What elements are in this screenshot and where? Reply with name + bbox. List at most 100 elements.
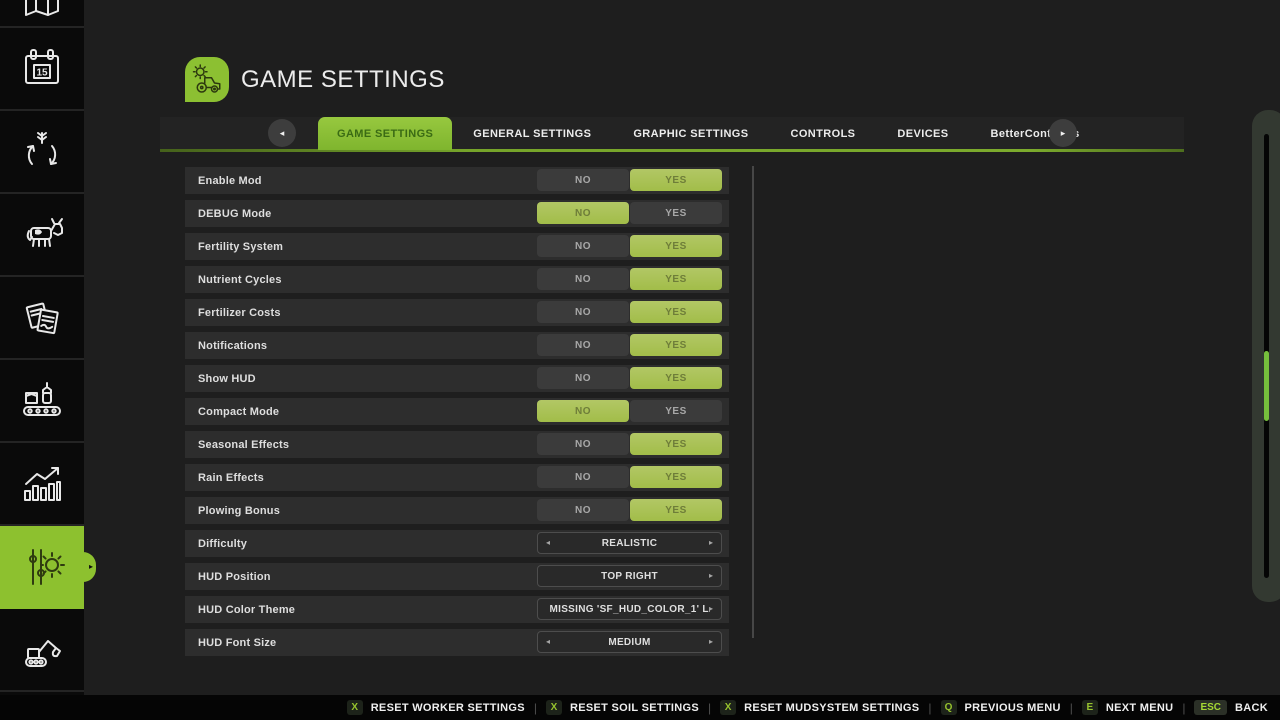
settings-row: Rain Effects NOYES — [185, 464, 729, 491]
toggle-no-button[interactable]: NO — [537, 202, 629, 224]
sidebar-item-animals[interactable] — [0, 194, 84, 277]
shortcut-next-menu[interactable]: E NEXT MENU — [1082, 700, 1173, 715]
sidebar-item-production[interactable] — [0, 360, 84, 443]
toggle-no-button[interactable]: NO — [537, 433, 629, 455]
tab-general-settings[interactable]: GENERAL SETTINGS — [452, 117, 612, 150]
setting-control: NOYES — [537, 367, 722, 389]
sidebar-item-map[interactable] — [0, 0, 84, 28]
sidebar-item-settings[interactable]: ▸ — [0, 526, 84, 609]
separator: | — [534, 701, 537, 715]
toggle-no-button[interactable]: NO — [537, 334, 629, 356]
select-value: TOP RIGHT — [601, 571, 658, 582]
toggle-yes-button[interactable]: YES — [630, 202, 722, 224]
shortcut-reset-mudsystem[interactable]: X RESET MUDSYSTEM SETTINGS — [720, 700, 919, 715]
shortcut-previous-menu[interactable]: Q PREVIOUS MENU — [941, 700, 1061, 715]
tab-devices[interactable]: DEVICES — [876, 117, 969, 150]
toggle-no-button[interactable]: NO — [537, 169, 629, 191]
map-icon — [18, 0, 66, 28]
toggle-no-button[interactable]: NO — [537, 466, 629, 488]
select-next-icon[interactable]: ▸ — [709, 605, 713, 613]
toggle-yes-button[interactable]: YES — [630, 334, 722, 356]
key-x-badge: X — [720, 700, 736, 715]
settings-row: Show HUD NOYES — [185, 365, 729, 392]
sidebar-item-construction[interactable] — [0, 609, 84, 692]
setting-label: Show HUD — [185, 373, 256, 385]
toggle-yes-button[interactable]: YES — [630, 235, 722, 257]
tab-controls[interactable]: CONTROLS — [770, 117, 877, 150]
scrollbar-thumb[interactable] — [1264, 351, 1269, 421]
settings-row: Enable ModNOYES — [185, 167, 729, 194]
select-next-icon[interactable]: ▸ — [709, 572, 713, 580]
toggle-yes-button[interactable]: YES — [630, 367, 722, 389]
toggle-yes-button[interactable]: YES — [630, 499, 722, 521]
tab-game-settings[interactable]: GAME SETTINGS — [318, 117, 452, 150]
key-q-badge: Q — [941, 700, 957, 715]
toggle-switch: NOYES — [537, 367, 722, 389]
page-scrollbar[interactable] — [1252, 110, 1280, 602]
toggle-yes-button[interactable]: YES — [630, 301, 722, 323]
footer-shortcut-bar: X RESET WORKER SETTINGS | X RESET SOIL S… — [0, 695, 1280, 720]
shortcut-reset-soil[interactable]: X RESET SOIL SETTINGS — [546, 700, 699, 715]
sidebar-item-calendar[interactable]: 15 — [0, 28, 84, 111]
setting-label: Rain Effects — [185, 472, 264, 484]
settings-list-scrollbar[interactable] — [752, 166, 754, 638]
calendar-icon: 15 — [18, 45, 66, 93]
scrollbar-track[interactable] — [1264, 134, 1269, 578]
setting-control: NOYES — [537, 202, 722, 224]
key-e-badge: E — [1082, 700, 1098, 715]
select-value: MEDIUM — [608, 637, 650, 648]
shortcut-label: RESET MUDSYSTEM SETTINGS — [744, 702, 919, 714]
select-control[interactable]: ◂TOP RIGHT▸ — [537, 565, 722, 587]
toggle-no-button[interactable]: NO — [537, 400, 629, 422]
select-control[interactable]: ◂MISSING 'SF_HUD_COLOR_1' L..▸ — [537, 598, 722, 620]
crop-rotation-icon — [18, 128, 66, 176]
setting-control: NOYES — [537, 301, 722, 323]
game-settings-screen: 15 — [0, 0, 1280, 720]
tab-bettercontracts[interactable]: BetterContracts — [970, 117, 1101, 150]
toggle-no-button[interactable]: NO — [537, 301, 629, 323]
toggle-yes-button[interactable]: YES — [630, 466, 722, 488]
shortcut-label: PREVIOUS MENU — [965, 702, 1061, 714]
setting-control: NOYES — [537, 235, 722, 257]
toggle-switch: NOYES — [537, 334, 722, 356]
toggle-no-button[interactable]: NO — [537, 268, 629, 290]
toggle-yes-button[interactable]: YES — [630, 400, 722, 422]
key-x-badge: X — [347, 700, 363, 715]
setting-control: ◂TOP RIGHT▸ — [537, 565, 722, 587]
tabs-next-button[interactable]: ▸ — [1049, 119, 1077, 147]
toggle-no-button[interactable]: NO — [537, 235, 629, 257]
toggle-switch: NOYES — [537, 202, 722, 224]
sidebar: 15 — [0, 0, 84, 720]
shortcut-back[interactable]: ESC BACK — [1194, 700, 1268, 715]
shortcut-reset-worker[interactable]: X RESET WORKER SETTINGS — [347, 700, 525, 715]
toggle-switch: NOYES — [537, 499, 722, 521]
sidebar-item-statistics[interactable] — [0, 443, 84, 526]
setting-control: NOYES — [537, 400, 722, 422]
tractor-gear-icon — [189, 62, 225, 98]
sidebar-item-contracts[interactable] — [0, 277, 84, 360]
select-prev-icon[interactable]: ◂ — [546, 539, 550, 547]
chevron-left-icon: ◂ — [280, 129, 285, 138]
tab-graphic-settings[interactable]: GRAPHIC SETTINGS — [612, 117, 769, 150]
select-control[interactable]: ◂ MEDIUM ▸ — [537, 631, 722, 653]
setting-label: Nutrient Cycles — [185, 274, 282, 286]
select-prev-icon[interactable]: ◂ — [546, 638, 550, 646]
select-control[interactable]: ◂REALISTIC▸ — [537, 532, 722, 554]
sidebar-item-crop-rotation[interactable] — [0, 111, 84, 194]
setting-label: HUD Position — [185, 571, 271, 583]
page-title: GAME SETTINGS — [241, 66, 445, 94]
select-next-icon[interactable]: ▸ — [709, 638, 713, 646]
settings-row: NotificationsNOYES — [185, 332, 729, 359]
separator: | — [928, 701, 931, 715]
toggle-no-button[interactable]: NO — [537, 367, 629, 389]
select-next-icon[interactable]: ▸ — [709, 539, 713, 547]
settings-row: Nutrient Cycles NOYES — [185, 266, 729, 293]
toggle-no-button[interactable]: NO — [537, 499, 629, 521]
shortcut-label: NEXT MENU — [1106, 702, 1173, 714]
settings-sliders-gear-icon — [18, 543, 66, 591]
toggle-yes-button[interactable]: YES — [630, 169, 722, 191]
toggle-switch: NOYES — [537, 433, 722, 455]
toggle-yes-button[interactable]: YES — [630, 433, 722, 455]
toggle-yes-button[interactable]: YES — [630, 268, 722, 290]
tabs-prev-button[interactable]: ◂ — [268, 119, 296, 147]
